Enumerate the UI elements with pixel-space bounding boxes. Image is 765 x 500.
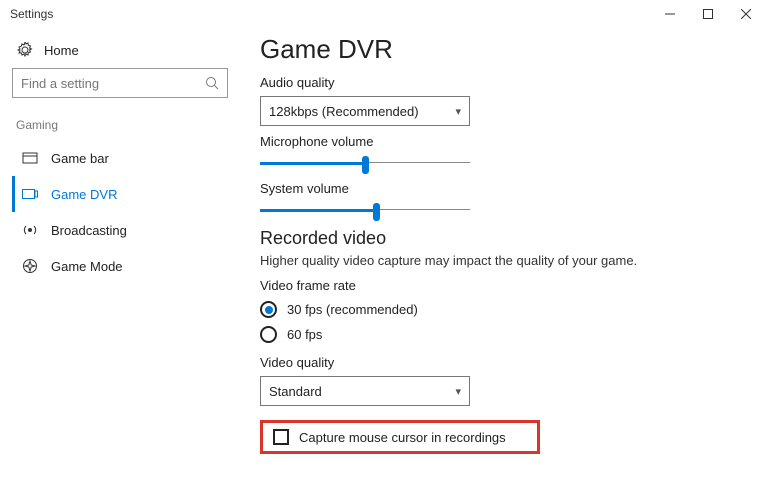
- home-label: Home: [44, 43, 79, 58]
- gear-icon: [16, 42, 34, 58]
- frame-rate-label: Video frame rate: [260, 278, 735, 293]
- radio-label: 60 fps: [287, 327, 322, 342]
- audio-quality-label: Audio quality: [260, 75, 735, 90]
- radio-icon: [260, 301, 277, 318]
- frame-rate-60-radio[interactable]: 60 fps: [260, 326, 735, 343]
- page-title: Game DVR: [260, 34, 735, 65]
- sidebar-item-broadcasting[interactable]: Broadcasting: [12, 212, 228, 248]
- radio-icon: [260, 326, 277, 343]
- sidebar-item-game-mode[interactable]: Game Mode: [12, 248, 228, 284]
- chevron-down-icon: ▾: [455, 385, 461, 398]
- radio-label: 30 fps (recommended): [287, 302, 418, 317]
- select-value: 128kbps (Recommended): [269, 104, 419, 119]
- content: Game DVR Audio quality 128kbps (Recommen…: [240, 28, 765, 500]
- recorded-video-heading: Recorded video: [260, 228, 735, 249]
- maximize-button[interactable]: [689, 0, 727, 28]
- capture-cursor-checkbox[interactable]: Capture mouse cursor in recordings: [273, 429, 527, 445]
- audio-quality-select[interactable]: 128kbps (Recommended) ▾: [260, 96, 470, 126]
- window-title: Settings: [10, 7, 651, 21]
- search-icon: [205, 76, 219, 90]
- microphone-volume-slider[interactable]: [260, 155, 470, 171]
- microphone-volume-label: Microphone volume: [260, 134, 735, 149]
- search-field[interactable]: [21, 76, 205, 91]
- select-value: Standard: [269, 384, 322, 399]
- highlight-box: Capture mouse cursor in recordings: [260, 420, 540, 454]
- minimize-button[interactable]: [651, 0, 689, 28]
- titlebar: Settings: [0, 0, 765, 28]
- search-input[interactable]: [12, 68, 228, 98]
- sidebar-item-label: Game Mode: [51, 259, 123, 274]
- sidebar-item-game-bar[interactable]: Game bar: [12, 140, 228, 176]
- sidebar-item-label: Game DVR: [51, 187, 117, 202]
- sidebar: Home Gaming Game bar Game DVR Broadcas: [0, 28, 240, 500]
- game-bar-icon: [21, 151, 39, 165]
- sidebar-item-label: Game bar: [51, 151, 109, 166]
- section-label: Gaming: [12, 114, 228, 140]
- system-volume-label: System volume: [260, 181, 735, 196]
- video-quality-label: Video quality: [260, 355, 735, 370]
- home-link[interactable]: Home: [12, 36, 228, 68]
- frame-rate-30-radio[interactable]: 30 fps (recommended): [260, 301, 735, 318]
- sidebar-item-game-dvr[interactable]: Game DVR: [12, 176, 228, 212]
- game-dvr-icon: [21, 187, 39, 201]
- chevron-down-icon: ▾: [455, 105, 461, 118]
- checkbox-icon: [273, 429, 289, 445]
- broadcasting-icon: [21, 222, 39, 238]
- checkbox-label: Capture mouse cursor in recordings: [299, 430, 506, 445]
- video-quality-select[interactable]: Standard ▾: [260, 376, 470, 406]
- recorded-video-sub: Higher quality video capture may impact …: [260, 253, 735, 268]
- system-volume-slider[interactable]: [260, 202, 470, 218]
- sidebar-item-label: Broadcasting: [51, 223, 127, 238]
- close-button[interactable]: [727, 0, 765, 28]
- game-mode-icon: [21, 258, 39, 274]
